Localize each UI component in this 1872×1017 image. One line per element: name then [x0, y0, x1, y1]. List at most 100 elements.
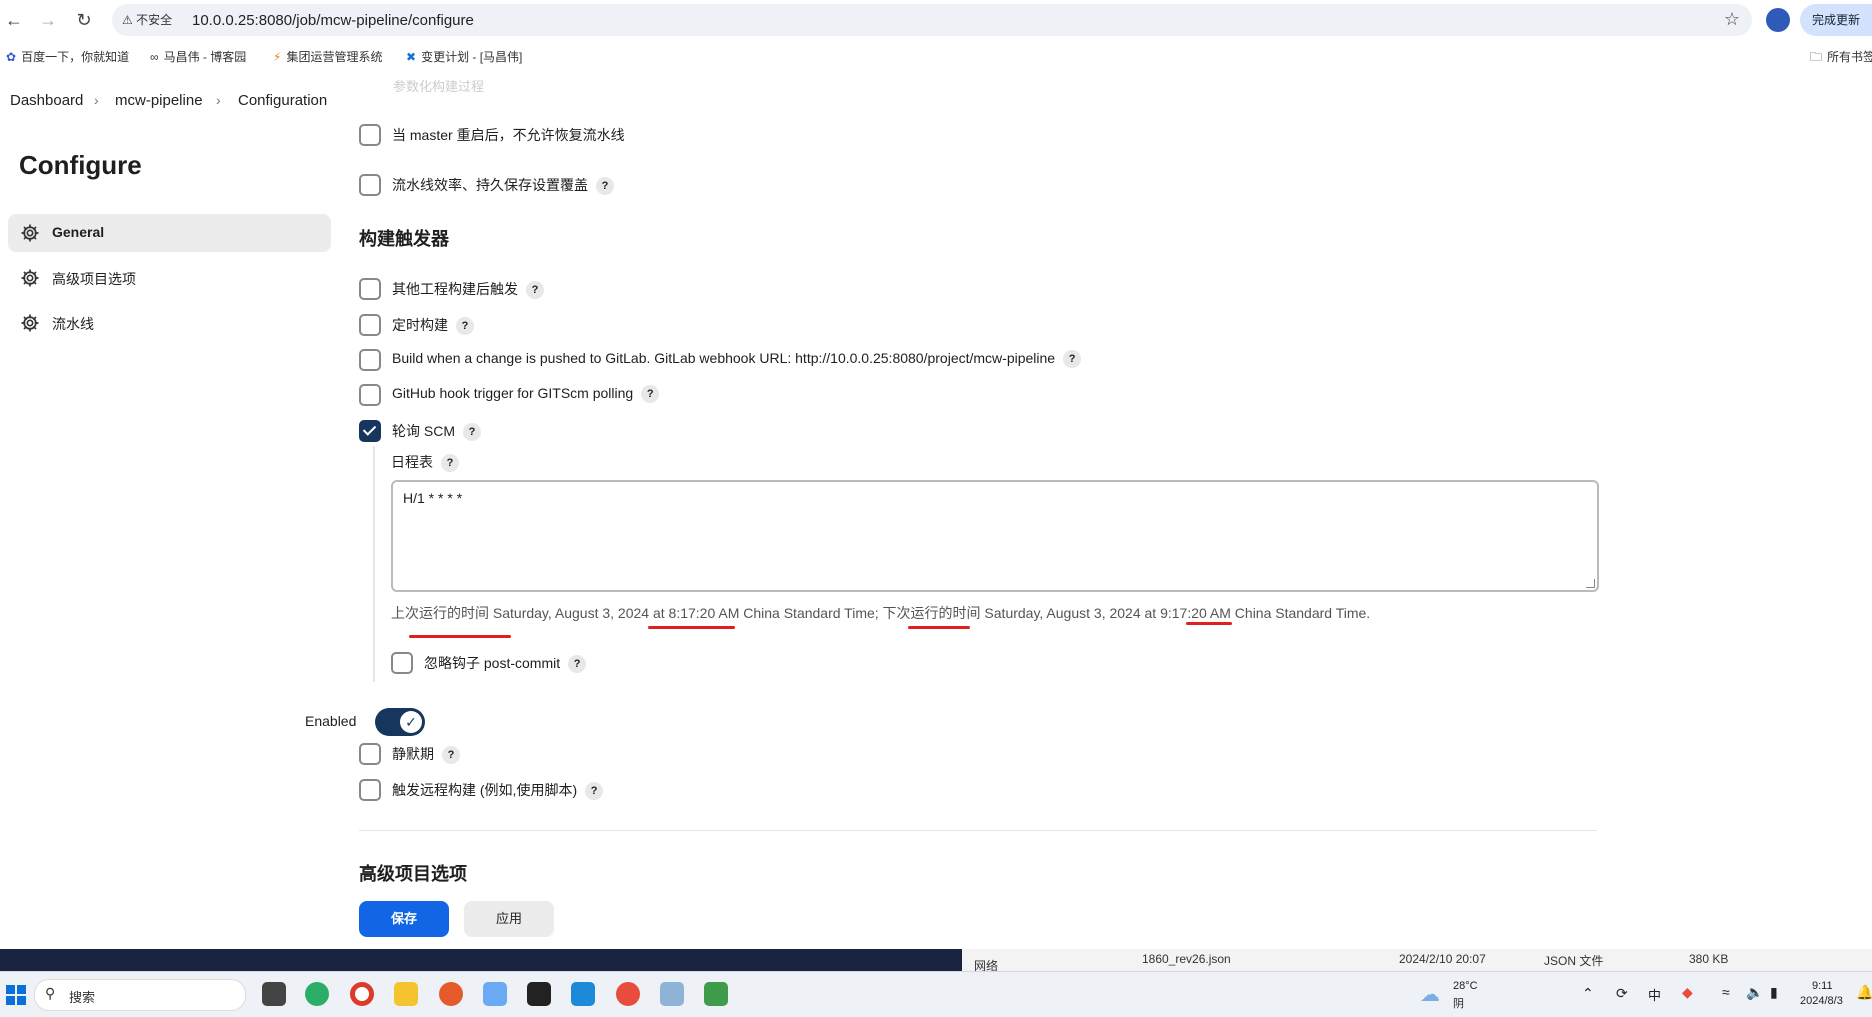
sidebar-item-general[interactable]: General: [8, 214, 331, 252]
schedule-label-row: 日程表?: [391, 452, 459, 472]
schedule-label: 日程表: [391, 454, 433, 470]
app-icon[interactable]: [616, 982, 640, 1006]
help-icon[interactable]: ?: [456, 317, 474, 335]
chrome-alt-icon[interactable]: [439, 982, 463, 1006]
terminal-icon[interactable]: [527, 982, 551, 1006]
help-icon[interactable]: ?: [641, 385, 660, 403]
reload-icon[interactable]: ↻: [72, 8, 96, 32]
help-icon[interactable]: ?: [442, 746, 460, 764]
schedule-textarea[interactable]: H/1 * * * *: [391, 480, 1599, 592]
checkbox[interactable]: [359, 779, 381, 801]
checkbox[interactable]: [359, 124, 381, 146]
bookmark-ops-system[interactable]: ⚡ 集团运营管理系统: [273, 48, 382, 65]
chrome-icon[interactable]: [350, 982, 374, 1006]
gear-icon: [21, 224, 39, 242]
checkbox[interactable]: [359, 278, 381, 300]
checkbox[interactable]: [359, 743, 381, 765]
enabled-toggle[interactable]: ✓: [375, 708, 425, 736]
weather-desc: 阴: [1453, 998, 1464, 1010]
wechat-icon[interactable]: [305, 982, 329, 1006]
clock-date[interactable]: 2024/8/3: [1800, 995, 1843, 1007]
bookmark-label: 集团运营管理系统: [286, 50, 383, 64]
app-tray-icon[interactable]: ◆: [1682, 984, 1693, 1001]
gear-icon: [21, 269, 39, 287]
notification-bell-icon[interactable]: 🔔: [1856, 984, 1872, 1001]
sidebar-item-pipeline[interactable]: 流水线: [8, 304, 331, 342]
taskbar: ⚲ 搜索 ☁ 28°C 阴 ⌃ ⟳ 中 ◆ ≈ 🔈 ▮ 9:11 2024/8/…: [0, 971, 1872, 1017]
checkbox-checked[interactable]: [359, 420, 381, 442]
breadcrumb: 参数化构建过程 Dashboard › mcw-pipeline › Confi…: [0, 79, 1872, 124]
breadcrumb-configuration[interactable]: Configuration: [238, 92, 327, 109]
address-bar[interactable]: ⚠ 不安全 10.0.0.25:8080/job/mcw-pipeline/co…: [112, 4, 1752, 36]
ime-indicator[interactable]: 中: [1648, 985, 1661, 1004]
section-title-advanced: 高级项目选项: [359, 864, 467, 884]
weather-cloud-icon[interactable]: ☁: [1420, 982, 1440, 1007]
option-label: 当 master 重启后，不允许恢复流水线: [392, 127, 625, 143]
app-icon[interactable]: [660, 982, 684, 1006]
bookmark-change-plan[interactable]: ✖ 变更计划 - [马昌伟]: [406, 48, 522, 65]
volume-muted-icon[interactable]: 🔈: [1746, 984, 1763, 1001]
checkbox[interactable]: [359, 349, 381, 371]
resize-handle-icon[interactable]: [1586, 579, 1595, 588]
file-explorer-icon[interactable]: [394, 982, 418, 1006]
apply-button[interactable]: 应用: [464, 901, 554, 937]
save-button[interactable]: 保存: [359, 901, 449, 937]
update-button[interactable]: 完成更新: [1800, 4, 1872, 36]
security-warning[interactable]: ⚠ 不安全: [122, 11, 172, 28]
chevron-right-icon: ›: [94, 92, 99, 108]
jira-icon: ✖: [406, 50, 417, 64]
section-divider: [359, 830, 1597, 831]
sync-icon[interactable]: ⟳: [1616, 985, 1628, 1002]
option-label-row: 触发远程构建 (例如,使用脚本)?: [392, 780, 604, 800]
bookmark-star-icon[interactable]: ☆: [1724, 9, 1740, 30]
all-bookmarks[interactable]: 🗀 所有书签: [1810, 48, 1872, 69]
sidebar-item-label: 高级项目选项: [52, 271, 136, 287]
checkbox[interactable]: [391, 652, 413, 674]
baidu-icon: ✿: [6, 50, 17, 64]
all-bookmarks-label: 所有书签: [1827, 50, 1872, 64]
option-label: Build when a change is pushed to GitLab.…: [392, 350, 1056, 366]
option-label-row: 其他工程构建后触发?: [392, 279, 544, 299]
help-icon[interactable]: ?: [441, 454, 459, 472]
app-icon[interactable]: [704, 982, 728, 1006]
wifi-icon[interactable]: ≈: [1722, 984, 1730, 1000]
ops-system-icon: ⚡: [273, 50, 282, 64]
help-icon[interactable]: ?: [596, 177, 614, 195]
checkbox[interactable]: [359, 174, 381, 196]
app-icon[interactable]: [483, 982, 507, 1006]
file-size: 380 KB: [1689, 952, 1729, 966]
help-icon[interactable]: ?: [463, 423, 481, 441]
taskbar-search[interactable]: ⚲ 搜索: [34, 979, 246, 1011]
help-icon[interactable]: ?: [568, 655, 587, 673]
file-type: JSON 文件: [1544, 954, 1604, 968]
checkbox[interactable]: [359, 314, 381, 336]
breadcrumb-job[interactable]: mcw-pipeline: [115, 92, 203, 109]
bookmark-cnblogs[interactable]: ∞ 马昌伟 - 博客园: [150, 48, 246, 65]
option-label-row: 轮询 SCM?: [392, 421, 481, 441]
bookmark-baidu[interactable]: ✿ 百度一下，你就知道: [6, 48, 129, 65]
url-text[interactable]: 10.0.0.25:8080/job/mcw-pipeline/configur…: [192, 12, 474, 29]
breadcrumb-dashboard[interactable]: Dashboard: [10, 92, 83, 109]
option-label: GitHub hook trigger for GITScm polling: [392, 385, 634, 401]
back-icon[interactable]: ←: [2, 8, 26, 32]
option-label-row: 忽略钩子 post-commit?: [424, 653, 587, 673]
forward-icon[interactable]: →: [36, 8, 60, 32]
chevron-up-icon[interactable]: ⌃: [1582, 985, 1594, 1002]
sidebar-item-advanced[interactable]: 高级项目选项: [8, 259, 331, 297]
option-label: 静默期: [392, 746, 434, 762]
annotation-underline: [908, 626, 970, 629]
bookmark-label: 马昌伟 - 博客园: [163, 50, 247, 64]
option-label: 流水线效率、持久保存设置覆盖: [392, 177, 588, 193]
clock-time[interactable]: 9:11: [1812, 980, 1833, 992]
help-icon[interactable]: ?: [526, 281, 544, 299]
app-icon[interactable]: [571, 982, 595, 1006]
profile-avatar-icon[interactable]: [1766, 8, 1790, 32]
task-view-icon[interactable]: [262, 982, 286, 1006]
help-icon[interactable]: ?: [585, 782, 604, 800]
help-icon[interactable]: ?: [1063, 350, 1082, 368]
battery-icon[interactable]: ▮: [1770, 984, 1778, 1001]
checkbox[interactable]: [359, 384, 381, 406]
gear-icon: [21, 314, 39, 332]
schedule-value[interactable]: H/1 * * * *: [403, 490, 462, 506]
windows-start-icon[interactable]: [6, 985, 26, 1005]
